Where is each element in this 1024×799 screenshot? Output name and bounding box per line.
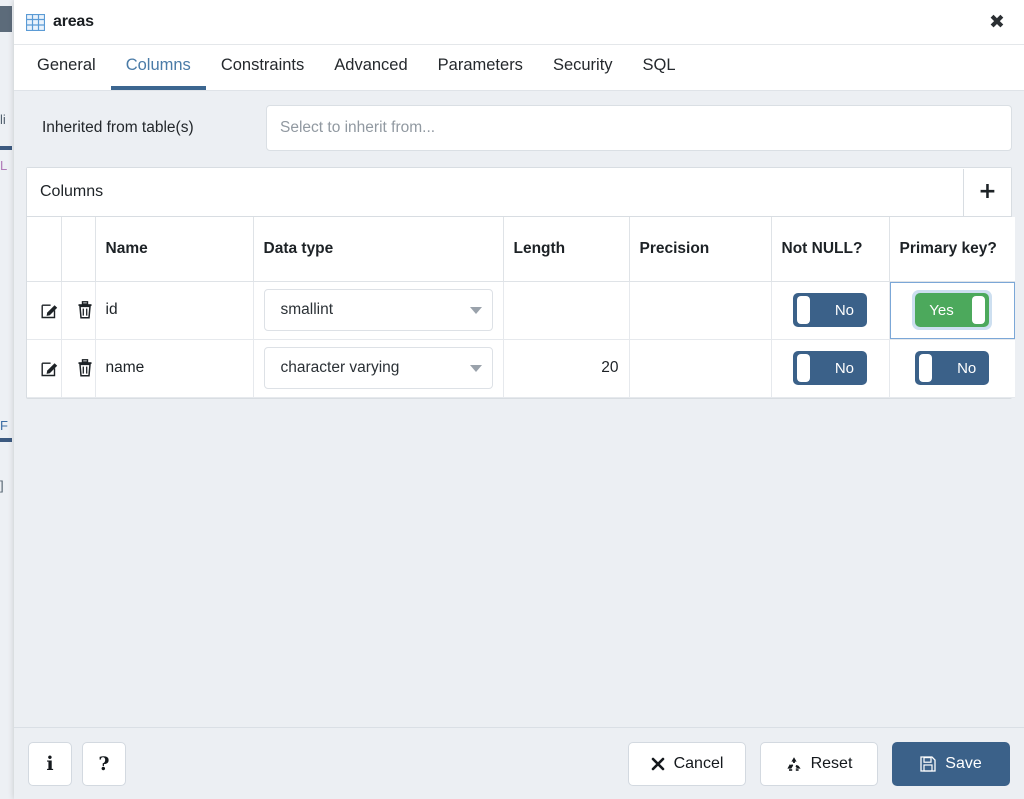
dialog-footer: i ? Cancel Reset Save: [14, 727, 1024, 799]
tab-security[interactable]: Security: [538, 45, 628, 90]
info-icon[interactable]: i: [28, 741, 72, 786]
primary-key-toggle-focus-ring: Yes: [912, 290, 993, 330]
reset-button-label: Reset: [810, 754, 853, 772]
row-name-cell[interactable]: name: [95, 339, 254, 398]
row-precision-cell: [629, 281, 772, 340]
tab-bar: General Columns Constraints Advanced Par…: [14, 45, 1024, 91]
columns-panel-title: Columns: [40, 183, 104, 200]
dialog-body: Inherited from table(s) Select to inheri…: [14, 91, 1024, 727]
row-primary-key-cell[interactable]: Yes: [889, 281, 1015, 340]
bg-fragment-pink: L: [0, 158, 8, 173]
background-app-sliver: li L F ]: [0, 0, 14, 799]
bg-fragment-bar2: [0, 438, 12, 442]
dialog-titlebar: areas ✖: [14, 0, 1024, 45]
inherited-from-tables-label: Inherited from table(s): [42, 119, 194, 136]
trash-icon[interactable]: [72, 297, 98, 323]
columns-table-header-row: Name Data type Length Precision Not NULL…: [27, 217, 1015, 282]
col-header-data-type: Data type: [253, 217, 504, 282]
tab-sql[interactable]: SQL: [628, 45, 691, 90]
toggle-knob: [972, 296, 986, 324]
row-not-null-cell[interactable]: No: [771, 339, 890, 398]
close-icon[interactable]: ✖: [982, 7, 1012, 37]
row-length-cell: [503, 281, 630, 340]
row-edit-cell[interactable]: [27, 281, 63, 340]
table-properties-dialog: areas ✖ General Columns Constraints Adva…: [14, 0, 1024, 799]
bg-fragment-bracket: ]: [0, 478, 4, 493]
save-button-label: Save: [945, 754, 982, 772]
row-length-cell[interactable]: 20: [503, 339, 630, 398]
not-null-toggle[interactable]: No: [793, 293, 867, 327]
bg-fragment-text: li: [0, 112, 6, 127]
row-data-type-cell[interactable]: smallint: [253, 281, 504, 340]
add-column-button[interactable]: +: [963, 168, 1011, 216]
data-type-select[interactable]: character varying: [263, 347, 493, 389]
primary-key-toggle[interactable]: No: [915, 351, 990, 385]
col-header-length: Length: [503, 217, 630, 282]
columns-panel-header: Columns +: [27, 168, 1011, 217]
data-type-select[interactable]: smallint: [263, 289, 493, 331]
row-primary-key-cell[interactable]: No: [889, 339, 1015, 398]
not-null-toggle[interactable]: No: [793, 351, 867, 385]
bg-fragment-bar: [0, 146, 12, 150]
columns-table: Name Data type Length Precision Not NULL…: [27, 217, 1015, 398]
row-precision-cell: [629, 339, 772, 398]
reset-button[interactable]: Reset: [760, 741, 878, 786]
floppy-disk-icon: [920, 755, 936, 772]
toggle-knob: [919, 354, 933, 382]
cancel-button-label: Cancel: [673, 754, 724, 772]
edit-icon[interactable]: [37, 355, 63, 381]
primary-key-toggle-label: No: [957, 359, 977, 377]
save-button[interactable]: Save: [892, 741, 1010, 786]
bg-fragment-dark: [0, 6, 12, 32]
row-delete-cell[interactable]: [61, 339, 98, 398]
data-type-value: character varying: [280, 359, 400, 376]
footer-left-group: i ?: [28, 741, 126, 786]
help-icon[interactable]: ?: [82, 741, 126, 786]
tab-advanced[interactable]: Advanced: [319, 45, 422, 90]
col-header-name: Name: [95, 217, 254, 282]
row-edit-cell[interactable]: [27, 339, 63, 398]
tab-general[interactable]: General: [22, 45, 111, 90]
data-type-value: smallint: [280, 301, 334, 318]
primary-key-toggle-label: Yes: [929, 301, 954, 319]
row-data-type-cell[interactable]: character varying: [253, 339, 504, 398]
col-header-primary-key: Primary key?: [889, 217, 1015, 282]
recycle-icon: [786, 756, 802, 772]
row-name-cell[interactable]: id: [95, 281, 254, 340]
inherited-from-tables-input[interactable]: Select to inherit from...: [266, 105, 1012, 151]
cancel-button[interactable]: Cancel: [628, 741, 746, 786]
dialog-title: areas: [53, 13, 94, 30]
tab-constraints[interactable]: Constraints: [206, 45, 319, 90]
table-row: name character varying 20 No No: [27, 339, 1015, 398]
footer-right-group: Cancel Reset Save: [628, 741, 1010, 786]
not-null-toggle-label: No: [834, 301, 854, 319]
not-null-toggle-label: No: [834, 359, 854, 377]
chevron-down-icon: [469, 306, 482, 314]
col-header-not-null: Not NULL?: [771, 217, 890, 282]
tab-columns[interactable]: Columns: [110, 45, 206, 90]
inherited-from-tables-row: Inherited from table(s) Select to inheri…: [26, 105, 1012, 151]
row-not-null-cell[interactable]: No: [771, 281, 890, 340]
col-header-precision: Precision: [629, 217, 772, 282]
col-header-edit: [27, 217, 62, 282]
columns-panel: Columns + Name Data type Length Precisio…: [26, 167, 1015, 399]
chevron-down-icon: [469, 364, 482, 372]
row-delete-cell[interactable]: [61, 281, 98, 340]
table-row: id smallint No Yes: [27, 281, 1015, 340]
table-icon: [25, 13, 46, 31]
primary-key-toggle[interactable]: Yes: [915, 293, 990, 327]
close-x-icon: [651, 757, 665, 771]
tab-parameters[interactable]: Parameters: [423, 45, 538, 90]
toggle-knob: [797, 296, 810, 324]
col-header-delete: [61, 217, 96, 282]
trash-icon[interactable]: [72, 355, 98, 381]
toggle-knob: [797, 354, 810, 382]
bg-fragment-blue: F: [0, 418, 8, 433]
edit-icon[interactable]: [37, 297, 63, 323]
